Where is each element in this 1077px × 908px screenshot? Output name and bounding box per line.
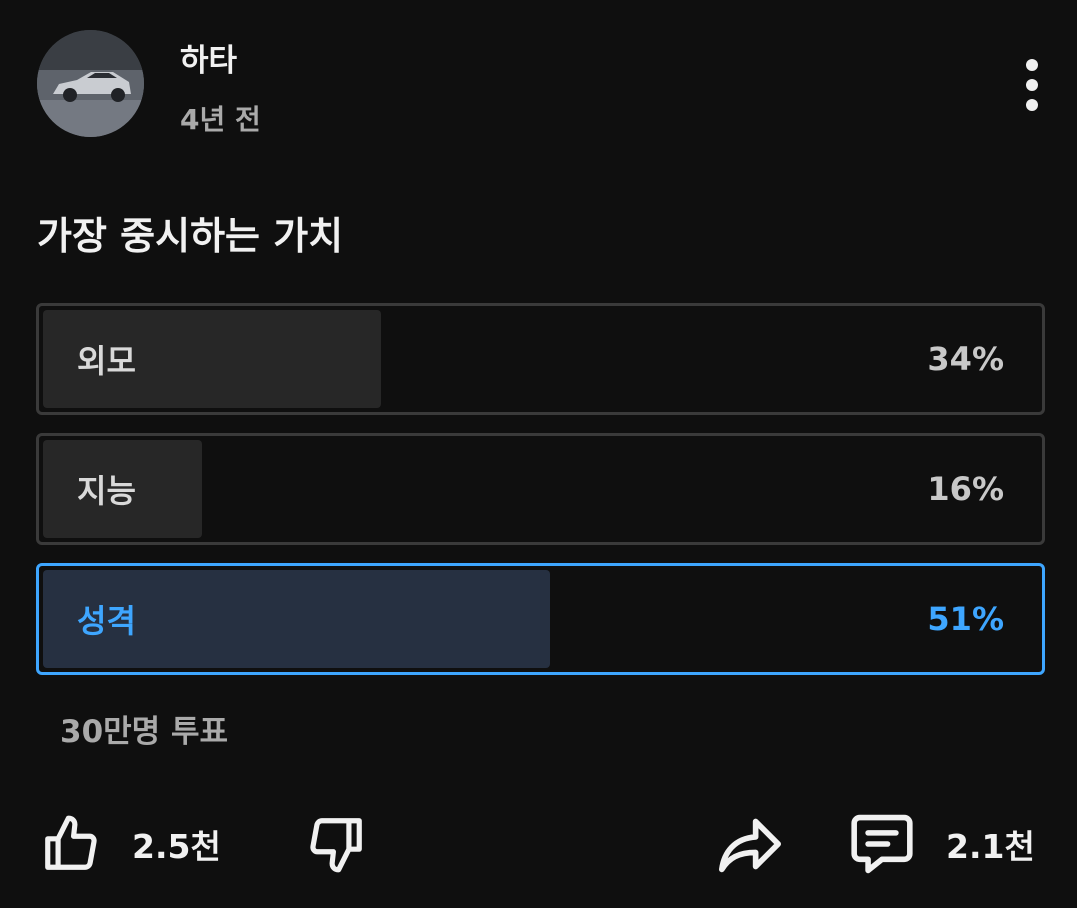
poll-option-percent: 16% [927, 470, 1004, 508]
like-count: 2.5천 [132, 827, 221, 866]
poll-option-percent: 51% [927, 600, 1004, 638]
poll-option-3[interactable]: 성격 51% [36, 563, 1045, 675]
poll-option-label: 성격 [77, 602, 136, 640]
avatar-car-image [37, 30, 144, 137]
dislike-button[interactable] [305, 808, 367, 880]
thumbs-up-icon [45, 815, 97, 870]
poll-option-percent: 34% [927, 340, 1004, 378]
poll-option-1[interactable]: 외모 34% [36, 303, 1045, 415]
comment-count: 2.1천 [946, 827, 1035, 866]
post-time: 4년 전 [180, 103, 261, 136]
poll-question: 가장 중시하는 가치 [37, 214, 344, 258]
share-icon [718, 818, 781, 873]
comment-button[interactable]: 2.1천 [848, 808, 1035, 880]
comment-icon [851, 814, 913, 874]
author-name[interactable]: 하타 [180, 35, 237, 80]
thumbs-down-icon [310, 818, 362, 873]
vote-count: 30만명 투표 [60, 714, 229, 750]
more-options-button[interactable] [1012, 55, 1052, 115]
avatar[interactable] [37, 30, 144, 137]
like-button[interactable]: 2.5천 [40, 808, 221, 880]
poll-option-label: 지능 [77, 472, 136, 510]
share-button[interactable] [716, 808, 784, 880]
poll-option-label: 외모 [77, 342, 136, 380]
more-vert-icon [1026, 59, 1038, 71]
poll-option-2[interactable]: 지능 16% [36, 433, 1045, 545]
